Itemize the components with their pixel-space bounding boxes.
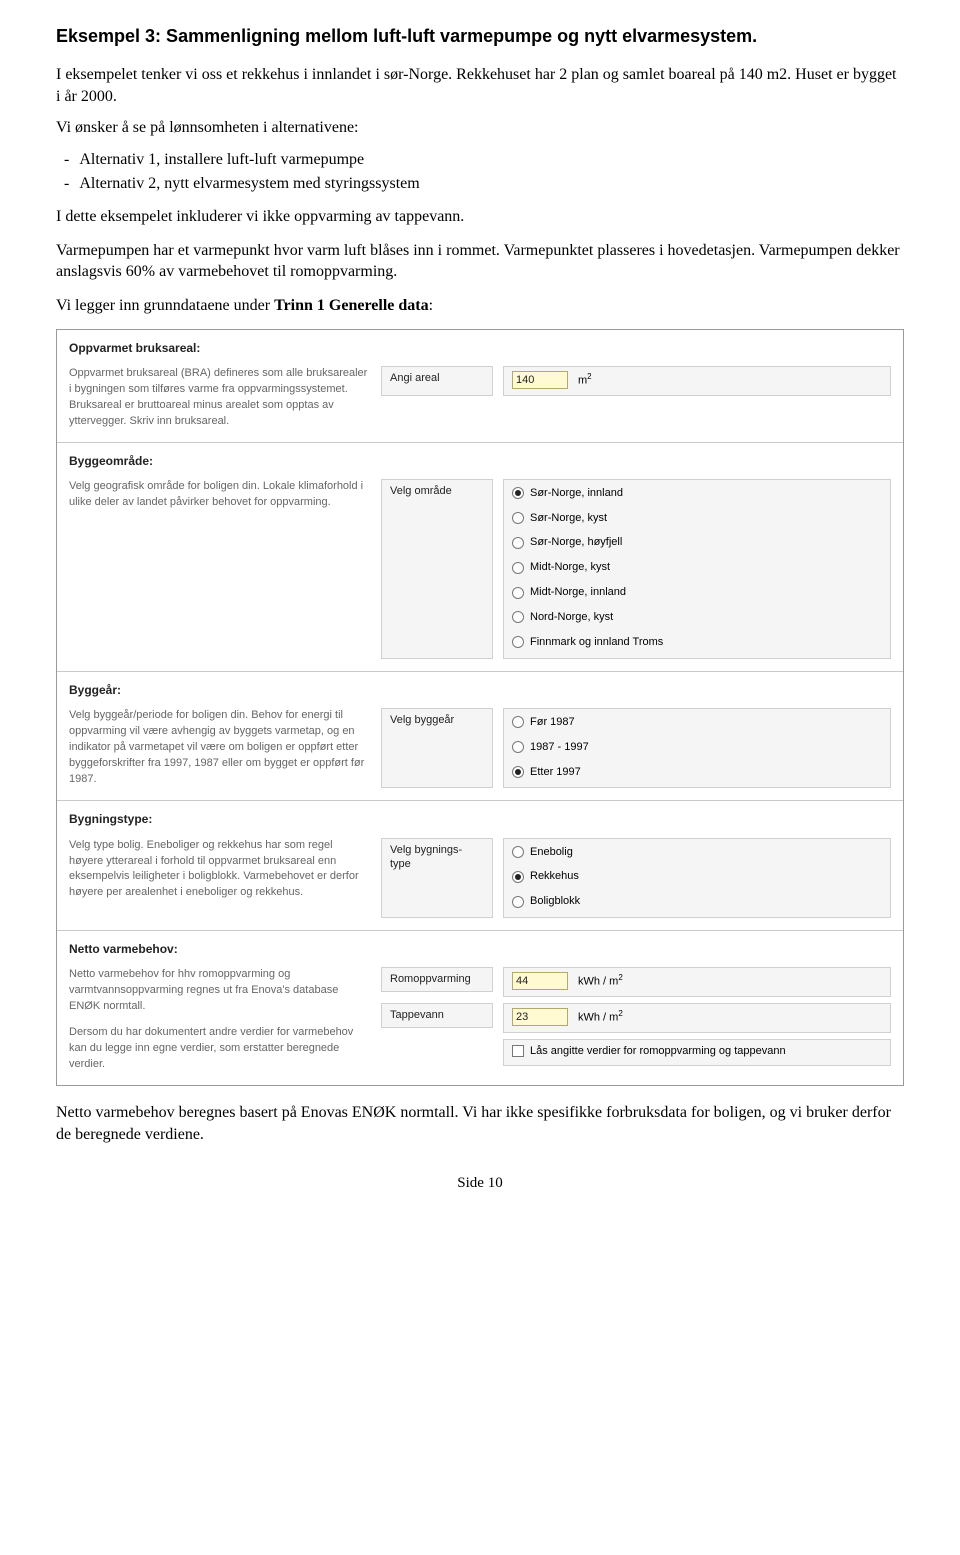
radio-nord-norge-kyst[interactable]: Nord-Norge, kyst [512,608,882,627]
label-velg-bygningstype: Velg bygnings- type [381,838,493,919]
radio-enebolig[interactable]: Enebolig [512,843,882,862]
intro-paragraph-1: I eksempelet tenker vi oss et rekkehus i… [56,64,904,107]
radio-group-omrade: Sør-Norge, innland Sør-Norge, kyst Sør-N… [503,479,891,659]
label-tappevann: Tappevann [381,1003,493,1028]
label-velg-omrade: Velg område [381,479,493,659]
input-romoppvarming[interactable] [512,972,568,990]
unit-m2: m2 [578,372,592,389]
section-heading-varmebehov: Netto varmebehov: [69,941,891,957]
intro-paragraph-2: Vi ønsker å se på lønnsomheten i alterna… [56,117,904,139]
radio-sor-norge-hoyfjell[interactable]: Sør-Norge, høyfjell [512,533,882,552]
radio-rekkehus[interactable]: Rekkehus [512,867,882,886]
input-tappevann[interactable] [512,1008,568,1026]
radio-midt-norge-kyst[interactable]: Midt-Norge, kyst [512,558,882,577]
label-angi-areal: Angi areal [381,366,493,396]
section-varmebehov: Netto varmebehov: Netto varmebehov for h… [57,931,903,1085]
alternative-2: Alternativ 2, nytt elvarmesystem med sty… [80,173,904,195]
alternative-1: Alternativ 1, installere luft-luft varme… [80,149,904,171]
unit-kwh-m2-tappe: kWh / m2 [578,1009,623,1026]
field-romoppvarming: kWh / m2 [503,967,891,997]
section-byggeomrade: Byggeområde: Velg geografisk område for … [57,443,903,672]
label-velg-byggear: Velg byggeår [381,708,493,789]
radio-group-byggear: Før 1987 1987 - 1997 Etter 1997 [503,708,891,789]
radio-midt-norge-innland[interactable]: Midt-Norge, innland [512,583,882,602]
section-heading-byggeomrade: Byggeområde: [69,453,891,469]
field-lock-values: Lås angitte verdier for romoppvarming og… [503,1039,891,1066]
section-heading-bygningstype: Bygningstype: [69,811,891,827]
radio-finnmark-innland-troms[interactable]: Finnmark og innland Troms [512,633,882,652]
label-lock-values: Lås angitte verdier for romoppvarming og… [530,1045,786,1057]
unit-kwh-m2-rom: kWh / m2 [578,973,623,990]
paragraph-lead-in: Vi legger inn grunndataene under Trinn 1… [56,295,904,317]
paragraph-grunndata-note: Netto varmebehov beregnes basert på Enov… [56,1102,904,1145]
section-heading-byggear: Byggeår: [69,682,891,698]
radio-sor-norge-kyst[interactable]: Sør-Norge, kyst [512,509,882,528]
section-heading-bruksareal: Oppvarmet bruksareal: [69,340,891,356]
checkbox-lock-values[interactable] [512,1045,524,1057]
field-tappevann: kWh / m2 [503,1003,891,1033]
paragraph-varmepumpe: Varmepumpen har et varmepunkt hvor varm … [56,240,904,283]
section-bygningstype: Bygningstype: Velg type bolig. Enebolige… [57,801,903,931]
alternatives-list: Alternativ 1, installere luft-luft varme… [80,149,904,194]
radio-boligblokk[interactable]: Boligblokk [512,892,882,911]
input-bruksareal[interactable] [512,371,568,389]
desc-byggeomrade: Velg geografisk område for boligen din. … [69,479,369,511]
field-bruksareal: m2 [503,366,891,396]
label-romoppvarming: Romoppvarming [381,967,493,992]
desc-bygningstype: Velg type bolig. Eneboliger og rekkehus … [69,838,369,902]
page-number: Side 10 [56,1173,904,1193]
paragraph-tappevann: I dette eksempelet inkluderer vi ikke op… [56,206,904,228]
section-byggear: Byggeår: Velg byggeår/periode for bolige… [57,672,903,802]
radio-for-1987[interactable]: Før 1987 [512,713,882,732]
radio-1987-1997[interactable]: 1987 - 1997 [512,738,882,757]
radio-etter-1997[interactable]: Etter 1997 [512,763,882,782]
desc-bruksareal: Oppvarmet bruksareal (BRA) defineres som… [69,366,369,430]
page-title: Eksempel 3: Sammenligning mellom luft-lu… [56,24,904,48]
radio-group-bygningstype: Enebolig Rekkehus Boligblokk [503,838,891,919]
radio-sor-norge-innland[interactable]: Sør-Norge, innland [512,484,882,503]
desc-varmebehov: Netto varmebehov for hhv romoppvarming o… [69,967,369,1073]
form-panel: Oppvarmet bruksareal: Oppvarmet bruksare… [56,329,904,1086]
section-bruksareal: Oppvarmet bruksareal: Oppvarmet bruksare… [57,330,903,443]
desc-byggear: Velg byggeår/periode for boligen din. Be… [69,708,369,788]
